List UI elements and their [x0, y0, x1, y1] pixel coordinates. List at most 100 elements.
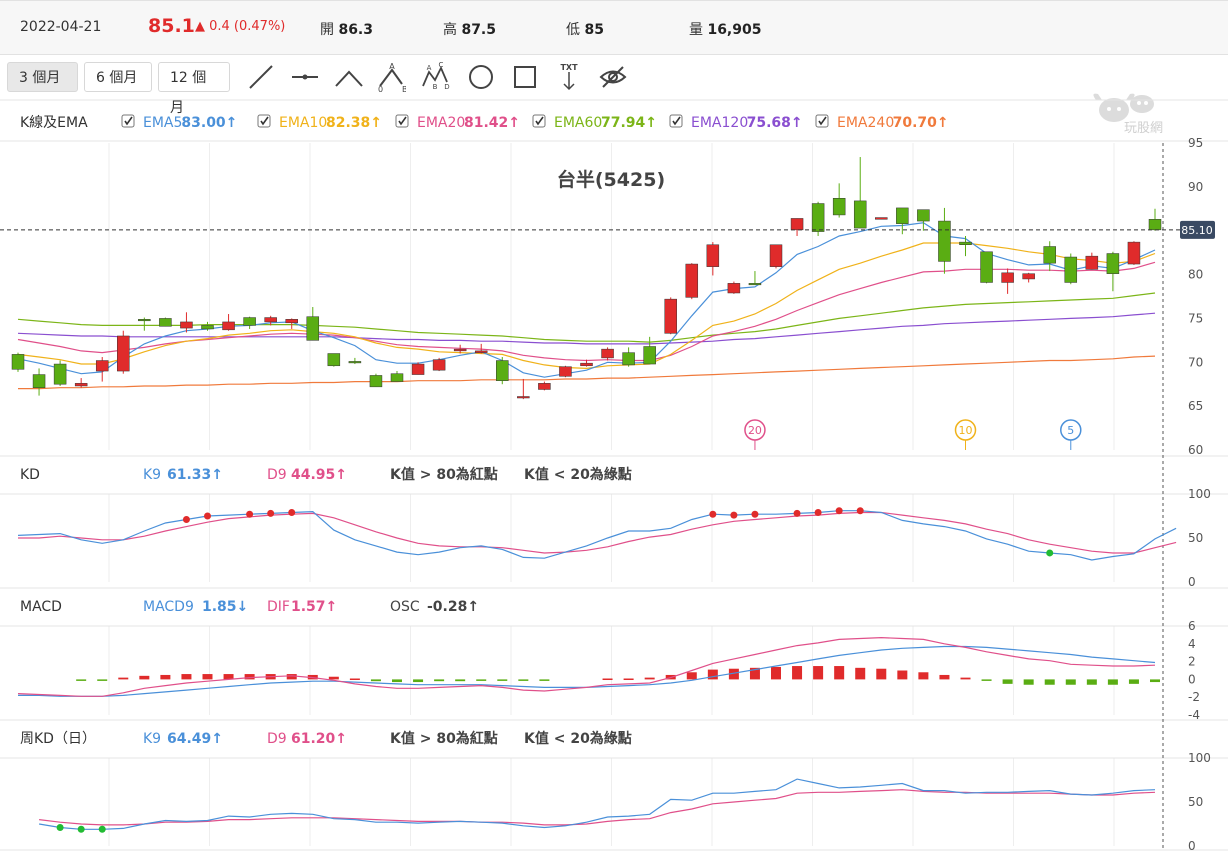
osc-bar [518, 679, 529, 681]
candle-body [664, 298, 677, 334]
ema-checkbox [669, 114, 683, 128]
osc-bar [1023, 679, 1034, 685]
period-3m-button[interactable]: 3 個月 [7, 62, 78, 92]
high-label: 高 [443, 22, 457, 38]
candlesticks [11, 157, 1162, 400]
tool-label-c: C [439, 62, 444, 69]
angle-tool-icon[interactable] [334, 62, 364, 92]
macd-tick-label: 6 [1188, 619, 1196, 633]
candle-body [622, 352, 635, 366]
candle-body [580, 362, 593, 367]
candle-body [1106, 253, 1120, 274]
marker-label: 10 [959, 424, 973, 437]
ema-line-ema20 [17, 261, 1156, 362]
horizontal-line-tool-icon[interactable] [290, 62, 320, 92]
osc-bar [455, 679, 466, 682]
osc-bar [728, 668, 739, 680]
marker-label: 5 [1067, 424, 1074, 437]
quote-high: 高 87.5 [443, 19, 496, 39]
macd-line [18, 645, 1156, 697]
candle-body [243, 317, 256, 326]
candle-body [432, 359, 446, 371]
grid-lines [108, 143, 1115, 846]
wkd-tick-label: 100 [1188, 751, 1211, 765]
text-tool-icon[interactable]: TXT [554, 62, 584, 92]
kd-panel-title: KD [20, 467, 40, 483]
osc-bar [476, 679, 487, 681]
osc-bar [602, 678, 613, 681]
candle-body [32, 374, 46, 388]
osc-bar [139, 675, 150, 680]
tool-label-o: 0 [378, 85, 383, 92]
kd-tick-label: 0 [1188, 575, 1196, 589]
quote-bar: 2022-04-21 85.1 ▲ 0.4 (0.47%) 開 86.3 高 8… [0, 0, 1228, 55]
osc-bar [665, 674, 676, 680]
tool-label-d: D [444, 83, 449, 91]
candle-body [938, 220, 951, 262]
candle-body [159, 318, 172, 327]
ema-line-ema10 [17, 242, 1156, 370]
candle-body [411, 363, 425, 375]
kd-green-dot [1046, 549, 1054, 557]
wkd-tick-label: 50 [1188, 795, 1203, 809]
price-tick-label: 70 [1188, 355, 1203, 369]
wkd-k-line [39, 778, 1156, 830]
candle-body [685, 263, 699, 298]
ema-legend: EMA583.00↑ EMA1082.38↑ EMA2081.42↑ EMA6077.… [121, 114, 949, 131]
osc-bar [644, 677, 655, 680]
osc-bar [160, 674, 171, 680]
osc-bar [413, 679, 424, 683]
osc-bar [960, 677, 971, 680]
macd-tick-label: 4 [1188, 637, 1196, 651]
osc-bar [307, 674, 318, 680]
dif-line [17, 636, 1156, 697]
last-price-label: 85.10 [1181, 224, 1213, 237]
candle-body [369, 375, 383, 388]
osc-bar [1044, 679, 1055, 685]
kd-tick-label: 50 [1188, 531, 1203, 545]
ema-name: EMA240 [837, 115, 894, 131]
circle-tool-icon[interactable] [466, 62, 496, 92]
checkmark-icon [260, 116, 269, 126]
osc-bar [286, 674, 297, 680]
checkmark-icon [398, 116, 407, 126]
kd-red-dot [856, 507, 864, 515]
marker-circle [1060, 419, 1082, 441]
ema-value: 83.00↑ [181, 115, 237, 131]
wkd-green-dot [77, 825, 85, 833]
open-value: 86.3 [338, 22, 373, 38]
period-6m-button[interactable]: 6 個月 [84, 62, 152, 92]
wkd-green-dot [98, 825, 106, 833]
ema-value: 77.94↑ [601, 115, 657, 131]
ema-line-ema240 [18, 355, 1156, 390]
price-tick-label: 80 [1188, 268, 1203, 282]
osc-bar [1107, 679, 1118, 685]
toolbar: 3 個月 6 個月 12 個月 A0B ACBD TXT [0, 56, 1228, 116]
candle-body [453, 348, 467, 352]
price-tick-label: 60 [1188, 443, 1203, 457]
rectangle-tool-icon[interactable] [510, 62, 540, 92]
osc-bar [1150, 679, 1160, 683]
candle-body [1001, 272, 1014, 283]
candle-body [1127, 241, 1141, 265]
period-12m-button[interactable]: 12 個月 [158, 62, 230, 116]
candle-body [180, 321, 193, 329]
candle-body [811, 203, 825, 232]
osc-bar [876, 668, 887, 680]
osc-bar [834, 666, 845, 680]
abc-pattern-tool-icon[interactable]: A 0 B [376, 62, 406, 92]
kd-red-dot [835, 507, 843, 515]
candle-body [306, 316, 320, 341]
candle-body [853, 200, 867, 229]
osc-bar [623, 678, 634, 681]
kd-red-dot [288, 508, 296, 516]
osc-bar [1002, 679, 1013, 684]
ema-value: 70.70↑ [893, 115, 949, 131]
tool-label-a: A [389, 62, 395, 71]
abcd-pattern-tool-icon[interactable]: A C B D [420, 62, 450, 92]
line-tool-icon[interactable] [246, 62, 276, 92]
wkd-green-dot [56, 824, 64, 832]
hide-eye-icon[interactable] [598, 62, 628, 92]
candle-body [327, 353, 341, 367]
candle-body [95, 360, 109, 372]
